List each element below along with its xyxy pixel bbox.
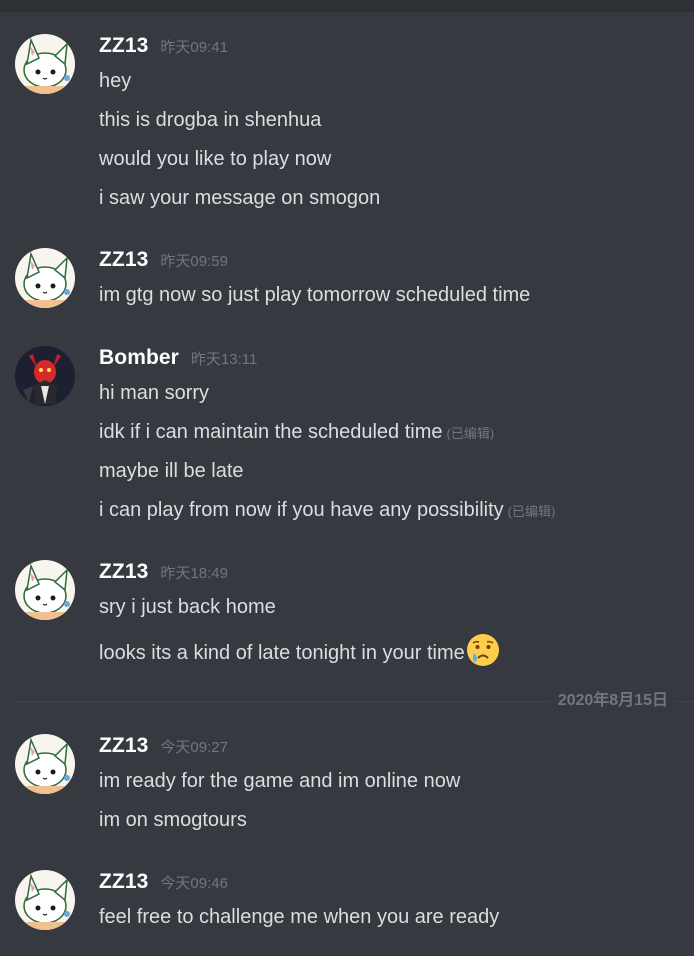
message-line: idk if i can maintain the scheduled time… — [99, 419, 494, 447]
username[interactable]: ZZ13 — [99, 870, 148, 894]
message-text: would you like to play now — [99, 148, 332, 170]
cat-avatar[interactable] — [15, 560, 75, 620]
timestamp: 昨天09:59 — [160, 253, 228, 270]
cat-avatar[interactable] — [15, 248, 75, 308]
date-divider: 2020年8月15日 — [549, 691, 676, 711]
username[interactable]: ZZ13 — [99, 248, 148, 272]
timestamp: 今天09:27 — [160, 739, 228, 756]
message-text: hey — [99, 70, 132, 92]
cat-avatar[interactable] — [15, 34, 75, 94]
crying-face-emoji — [466, 633, 500, 667]
timestamp: 昨天18:49 — [160, 565, 228, 582]
message-text: sry i just back home — [99, 596, 276, 618]
message-text: hi man sorry — [99, 382, 210, 404]
username[interactable]: Bomber — [99, 346, 179, 370]
timestamp: 今天09:46 — [160, 875, 228, 892]
message-text: looks its a kind of late tonight in your… — [99, 642, 465, 664]
message-line: i can play from now if you have any poss… — [99, 497, 555, 525]
message-line: looks its a kind of late tonight in your… — [99, 633, 500, 667]
message-text: i can play from now if you have any poss… — [99, 499, 504, 521]
timestamp: 昨天09:41 — [160, 39, 228, 56]
cat-avatar[interactable] — [15, 870, 75, 930]
username[interactable]: ZZ13 — [99, 734, 148, 758]
message-text: im ready for the game and im online now — [99, 770, 461, 792]
username[interactable]: ZZ13 — [99, 34, 148, 58]
edited-label: (已编辑) — [507, 504, 556, 519]
red-character-avatar[interactable] — [15, 346, 75, 406]
timestamp: 昨天13:11 — [190, 351, 258, 368]
message-text: maybe ill be late — [99, 460, 244, 482]
message-text: i saw your message on smogon — [99, 187, 381, 209]
message-text: feel free to challenge me when you are r… — [99, 906, 500, 928]
message-text: idk if i can maintain the scheduled time — [99, 421, 443, 443]
message-text: im on smogtours — [99, 809, 247, 831]
message-text: this is drogba in shenhua — [99, 109, 322, 131]
message-text: im gtg now so just play tomorrow schedul… — [99, 284, 531, 306]
edited-label: (已编辑) — [446, 426, 495, 441]
message-list: ZZ13 昨天09:41 hey this is drogba in shenh… — [0, 11, 694, 956]
username[interactable]: ZZ13 — [99, 560, 148, 584]
cat-avatar[interactable] — [15, 734, 75, 794]
